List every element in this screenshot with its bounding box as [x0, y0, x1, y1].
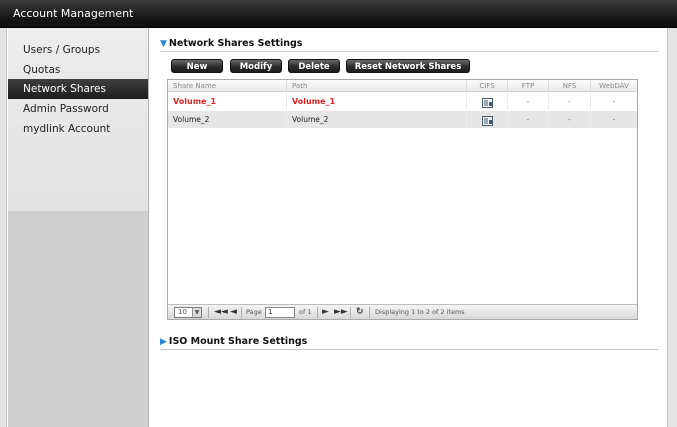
- section-divider: [160, 349, 659, 350]
- delete-button[interactable]: Delete: [288, 59, 340, 73]
- sidebar-item-label: Quotas: [23, 64, 61, 76]
- pager-separator: [369, 307, 370, 318]
- sidebar-item-quotas[interactable]: Quotas: [8, 60, 148, 80]
- left-frame-border: [0, 28, 7, 427]
- pager-status: Displaying 1 to 2 of 2 items: [375, 308, 465, 316]
- new-button[interactable]: New: [171, 59, 223, 73]
- pager-separator: [350, 307, 351, 318]
- sidebar-item-label: Admin Password: [23, 103, 109, 115]
- collapsed-triangle-icon: ▶: [160, 337, 167, 347]
- reset-network-shares-button[interactable]: Reset Network Shares: [346, 59, 470, 73]
- webdav-cell: -: [612, 97, 616, 106]
- pager-separator: [317, 307, 318, 318]
- settings-sheet-icon[interactable]: [481, 115, 493, 126]
- first-page-icon[interactable]: ◄◄: [214, 306, 228, 319]
- nfs-cell: -: [549, 111, 591, 128]
- modify-button[interactable]: Modify: [230, 59, 282, 73]
- cifs-cell: [467, 93, 508, 110]
- next-page-icon[interactable]: ►: [322, 306, 329, 319]
- previous-page-icon[interactable]: ◄: [230, 306, 237, 319]
- page-count-label: of 1: [299, 308, 312, 316]
- window-title: Account Management: [13, 7, 134, 20]
- expanded-triangle-icon: ▼: [160, 39, 167, 49]
- sidebar: Users / Groups Quotas Network Shares Adm…: [8, 28, 149, 427]
- right-frame-border: [667, 28, 677, 427]
- share-name-cell: Volume_1: [168, 93, 287, 110]
- path-cell: Volume_2: [287, 111, 467, 128]
- page-number-input[interactable]: 1: [265, 307, 295, 318]
- last-page-icon[interactable]: ►►: [334, 306, 348, 319]
- pagination-bar: 10 ▼ ◄◄ ◄ Page 1 of 1 ► ►► ↻ Displaying …: [168, 304, 637, 319]
- column-header-path[interactable]: Path: [287, 80, 467, 92]
- section-title: ISO Mount Share Settings: [168, 336, 308, 347]
- window-title-bar: Account Management: [0, 0, 677, 28]
- sidebar-item-network-shares[interactable]: Network Shares: [8, 79, 148, 99]
- section-title: Network Shares Settings: [168, 38, 303, 49]
- ftp-cell: -: [508, 93, 549, 110]
- column-header-ftp[interactable]: FTP: [508, 80, 549, 92]
- sidebar-item-users-groups[interactable]: Users / Groups: [8, 40, 148, 60]
- table-header: Share Name Path CIFS FTP NFS WebDAV: [168, 80, 637, 92]
- path-cell: Volume_1: [287, 93, 467, 110]
- share-name-cell: Volume_2: [168, 111, 287, 128]
- pager-separator: [241, 307, 242, 318]
- section-divider: [160, 51, 659, 52]
- sidebar-item-admin-password[interactable]: Admin Password: [8, 99, 148, 119]
- webdav-cell: -: [612, 115, 616, 124]
- pager-separator: [208, 307, 209, 318]
- network-shares-table: Share Name Path CIFS FTP NFS WebDAV Volu…: [167, 79, 638, 320]
- column-header-nfs[interactable]: NFS: [549, 80, 591, 92]
- sidebar-item-label: mydlink Account: [23, 123, 111, 135]
- table-row[interactable]: Volume_2 Volume_2 - - -: [168, 111, 637, 128]
- page-size-value: 10: [178, 308, 187, 316]
- sidebar-item-mydlink-account[interactable]: mydlink Account: [8, 119, 148, 139]
- column-header-cifs[interactable]: CIFS: [467, 80, 508, 92]
- nfs-cell: -: [549, 93, 591, 110]
- chevron-down-icon: ▼: [192, 308, 201, 317]
- cifs-cell: [467, 111, 508, 128]
- sidebar-lower-panel: [8, 211, 148, 427]
- page-label: Page: [246, 308, 262, 316]
- settings-sheet-icon[interactable]: [481, 97, 493, 108]
- refresh-icon[interactable]: ↻: [356, 306, 364, 319]
- sidebar-item-label: Users / Groups: [23, 44, 101, 56]
- sidebar-item-label: Network Shares: [23, 83, 106, 95]
- table-row[interactable]: Volume_1 Volume_1 - - -: [168, 93, 637, 110]
- column-header-share-name[interactable]: Share Name: [168, 80, 287, 92]
- column-header-webdav[interactable]: WebDAV: [591, 80, 637, 92]
- page-size-select[interactable]: 10 ▼: [174, 307, 202, 318]
- ftp-cell: -: [508, 111, 549, 128]
